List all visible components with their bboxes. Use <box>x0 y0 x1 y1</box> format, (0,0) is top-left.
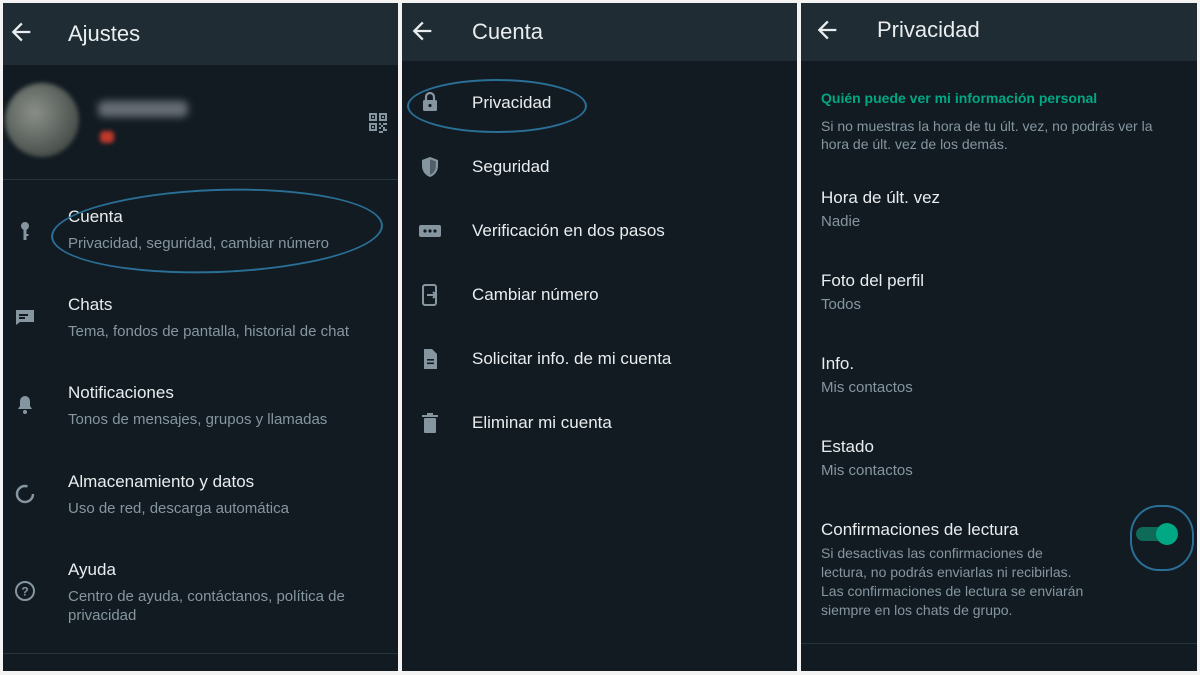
item-subtitle: Centro de ayuda, contáctanos, política d… <box>68 588 345 605</box>
document-icon <box>424 349 437 369</box>
help-icon: ? <box>15 581 35 601</box>
settings-panel: Ajustes Cuenta Privacidad, seguridad, ca… <box>3 3 398 671</box>
data-usage-icon <box>15 484 35 504</box>
item-subtitle: Uso de red, descarga automática <box>68 500 289 517</box>
item-value: Mis contactos <box>821 379 913 396</box>
back-arrow-icon[interactable] <box>813 16 841 44</box>
back-arrow-icon[interactable] <box>408 17 436 45</box>
avatar[interactable] <box>5 83 79 157</box>
privacy-panel: Privacidad Quién puede ver mi informació… <box>801 3 1197 671</box>
item-title: Almacenamiento y datos <box>68 472 255 491</box>
divider <box>801 643 1197 644</box>
chat-icon <box>16 310 34 325</box>
item-description: Si desactivas las confirmaciones de <box>821 545 1043 561</box>
item-subtitle: Tonos de mensajes, grupos y llamadas <box>68 411 328 428</box>
item-title: Confirmaciones de lectura <box>821 520 1019 539</box>
account-panel: Cuenta Privacidad Seguridad Verificación… <box>402 3 797 671</box>
item-description: lectura, no podrás enviarlas ni recibirl… <box>821 564 1072 580</box>
item-label: Verificación en dos pasos <box>472 221 665 240</box>
page-title: Cuenta <box>472 19 543 44</box>
divider <box>3 179 398 180</box>
item-subtitle: privacidad <box>68 607 137 624</box>
item-subtitle: Tema, fondos de pantalla, historial de c… <box>68 323 350 340</box>
annotation-circle <box>407 79 587 133</box>
item-label: Cambiar número <box>472 285 599 304</box>
app-bar: Ajustes <box>3 3 398 65</box>
item-title: Hora de últ. vez <box>821 188 941 207</box>
key-icon <box>21 222 29 240</box>
profile-status-blurred <box>100 131 114 143</box>
svg-text:?: ? <box>21 585 28 599</box>
item-label: Solicitar info. de mi cuenta <box>472 349 672 368</box>
section-description: hora de últ. vez de los demás. <box>821 136 1008 152</box>
divider <box>3 653 398 654</box>
page-title: Privacidad <box>877 17 980 42</box>
item-value: Mis contactos <box>821 462 913 479</box>
section-header: Quién puede ver mi información personal <box>821 90 1098 106</box>
bell-icon <box>18 396 32 414</box>
phone-change-icon <box>422 284 438 306</box>
item-title: Info. <box>821 354 855 373</box>
item-title: Foto del perfil <box>821 271 924 290</box>
dots-icon <box>419 225 441 237</box>
item-title: Estado <box>821 437 874 456</box>
section-description: Si no muestras la hora de tu últ. vez, n… <box>821 118 1153 134</box>
shield-icon <box>422 157 438 177</box>
annotation-circle <box>1130 505 1194 571</box>
item-title: Notificaciones <box>68 383 174 402</box>
qr-code-icon[interactable] <box>366 110 390 134</box>
item-title: Ayuda <box>68 560 116 579</box>
annotation-circle <box>49 183 385 279</box>
item-title: Chats <box>68 295 113 314</box>
page-title: Ajustes <box>68 21 141 46</box>
item-value: Todos <box>821 296 862 313</box>
back-arrow-icon[interactable] <box>7 18 35 46</box>
item-description: siempre en los chats de grupo. <box>821 602 1013 618</box>
app-bar: Privacidad <box>801 3 1197 61</box>
app-bar: Cuenta <box>402 3 797 61</box>
item-value: Nadie <box>821 213 861 230</box>
profile-name-blurred[interactable] <box>98 101 188 117</box>
item-description: Las confirmaciones de lectura se enviará… <box>821 583 1084 599</box>
trash-icon <box>422 413 438 433</box>
item-label: Seguridad <box>472 157 550 176</box>
item-label: Eliminar mi cuenta <box>472 413 612 432</box>
